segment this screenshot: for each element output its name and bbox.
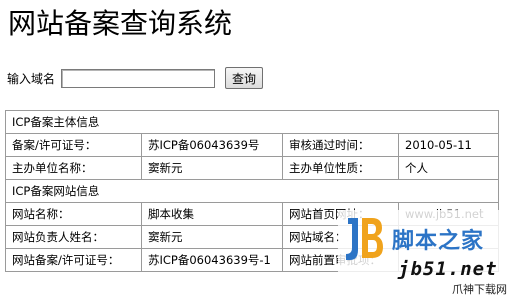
- table-row: 备案/许可证号： 苏ICP备06043639号 审核通过时间： 2010-05-…: [5, 133, 500, 157]
- domain-input[interactable]: [61, 68, 216, 88]
- section-header-subject: ICP备案主体信息: [4, 110, 500, 134]
- watermark-brand-url: jb51.net: [398, 258, 498, 280]
- field-label: 主办单位名称：: [5, 156, 142, 180]
- section-header-website: ICP备案网站信息: [4, 179, 500, 203]
- field-label: 备案/许可证号：: [5, 133, 142, 157]
- field-label: 网站名称：: [5, 202, 142, 226]
- query-button[interactable]: 查询: [225, 67, 264, 89]
- section-title: ICP备案主体信息: [4, 110, 500, 134]
- watermark-corner-text: 爪神下载网: [452, 283, 507, 296]
- field-value: 苏ICP备06043639号: [141, 133, 283, 157]
- field-value: 苏ICP备06043639号-1: [141, 248, 283, 272]
- field-value: 脚本收集: [141, 202, 283, 226]
- field-label: 主办单位性质：: [282, 156, 399, 180]
- domain-input-label: 输入域名: [7, 71, 56, 86]
- page-title: 网站备案查询系统: [8, 7, 233, 40]
- section-title: ICP备案网站信息: [4, 179, 500, 203]
- field-value: 窦新元: [141, 225, 283, 249]
- table-row: 主办单位名称： 窦新元 主办单位性质： 个人: [5, 156, 500, 180]
- field-label: 审核通过时间：: [282, 133, 399, 157]
- search-form: 输入域名 查询: [7, 67, 264, 89]
- field-label: 网站负责人姓名：: [5, 225, 142, 249]
- field-label: 网站备案/许可证号：: [5, 248, 142, 272]
- field-value: 2010-05-11: [397, 133, 500, 157]
- field-value: 窦新元: [141, 156, 283, 180]
- jb51-logo-icon: [346, 218, 383, 260]
- field-value: 个人: [397, 156, 500, 180]
- watermark-brand-cn: 脚本之家: [392, 229, 485, 254]
